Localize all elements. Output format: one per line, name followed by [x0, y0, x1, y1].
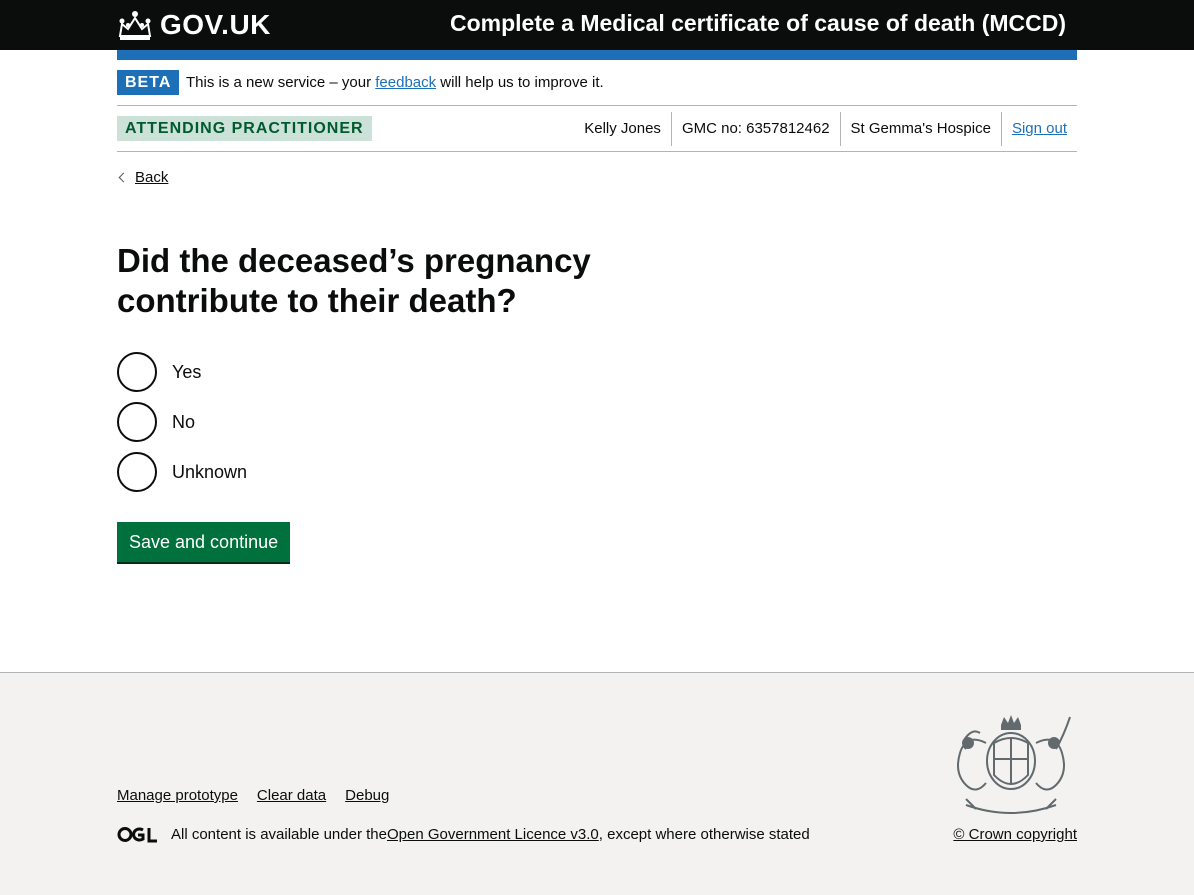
back-link[interactable]: Back [135, 169, 168, 186]
radio-label: Unknown [172, 461, 248, 482]
licence-text-after: , except where otherwise stated [598, 826, 810, 843]
gmc-number: GMC no: 6357812462 [670, 112, 840, 146]
logo-text: GOV.UK [160, 9, 271, 40]
radio-button[interactable] [117, 452, 157, 492]
radio-label: No [172, 411, 196, 432]
user-details: Kelly Jones GMC no: 6357812462 St Gemma'… [574, 112, 1077, 146]
page-title: Did the deceased’s pregnancy contribute … [117, 242, 591, 319]
beta-tag: BETA [117, 70, 180, 95]
phase-banner-text: This is a new service – your feedback wi… [186, 74, 604, 91]
govuk-logo-link[interactable]: GOV.UK [117, 9, 271, 41]
save-and-continue-button[interactable]: Save and continue [117, 522, 291, 562]
radio-option-yes[interactable]: Yes [117, 352, 247, 392]
user-bar: ATTENDING PRACTITIONER Kelly Jones GMC n… [117, 106, 1077, 152]
service-name-link[interactable]: Complete a Medical certificate of cause … [450, 10, 1066, 37]
govuk-header: GOV.UK Complete a Medical certificate of… [0, 0, 1194, 50]
header-container: GOV.UK Complete a Medical certificate of… [117, 0, 1077, 50]
sign-out-item: Sign out [1000, 112, 1077, 146]
radio-button[interactable] [117, 352, 157, 392]
crown-copyright-link[interactable]: © Crown copyright [953, 826, 1077, 843]
radio-label: Yes [172, 361, 202, 382]
copyright: © Crown copyright [953, 826, 1077, 843]
sign-out-link[interactable]: Sign out [1012, 120, 1067, 137]
debug-link[interactable]: Debug [345, 787, 389, 804]
feedback-link[interactable]: feedback [375, 74, 436, 91]
radio-option-unknown[interactable]: Unknown [117, 452, 247, 492]
phase-text-after: will help us to improve it. [436, 74, 604, 91]
phase-text-before: This is a new service – your [186, 74, 376, 91]
chevron-left-icon [118, 172, 129, 182]
manage-prototype-link[interactable]: Manage prototype [117, 787, 238, 804]
ogl-logo-icon [117, 827, 157, 843]
ogl-licence-link[interactable]: Open Government Licence v3.0 [387, 826, 599, 843]
royal-coat-of-arms-icon [957, 715, 1071, 814]
organisation-name: St Gemma's Hospice [839, 112, 1001, 146]
user-name: Kelly Jones [584, 120, 661, 137]
clear-data-link[interactable]: Clear data [257, 787, 326, 804]
govuk-footer: Manage prototype Clear data Debug All co… [0, 672, 1194, 895]
crown-icon [118, 11, 152, 40]
radio-button[interactable] [117, 402, 157, 442]
footer-links: Manage prototype Clear data Debug [117, 787, 408, 804]
radio-option-no[interactable]: No [117, 402, 247, 442]
radio-group: Yes No Unknown [117, 352, 247, 502]
role-tag: ATTENDING PRACTITIONER [117, 116, 372, 141]
licence-text-before: All content is available under the [171, 826, 387, 843]
licence-statement: All content is available under the Open … [117, 826, 810, 843]
phase-banner: BETA This is a new service – your feedba… [117, 70, 1077, 106]
back-link-container: Back [117, 167, 168, 187]
header-blue-bar [117, 50, 1077, 60]
